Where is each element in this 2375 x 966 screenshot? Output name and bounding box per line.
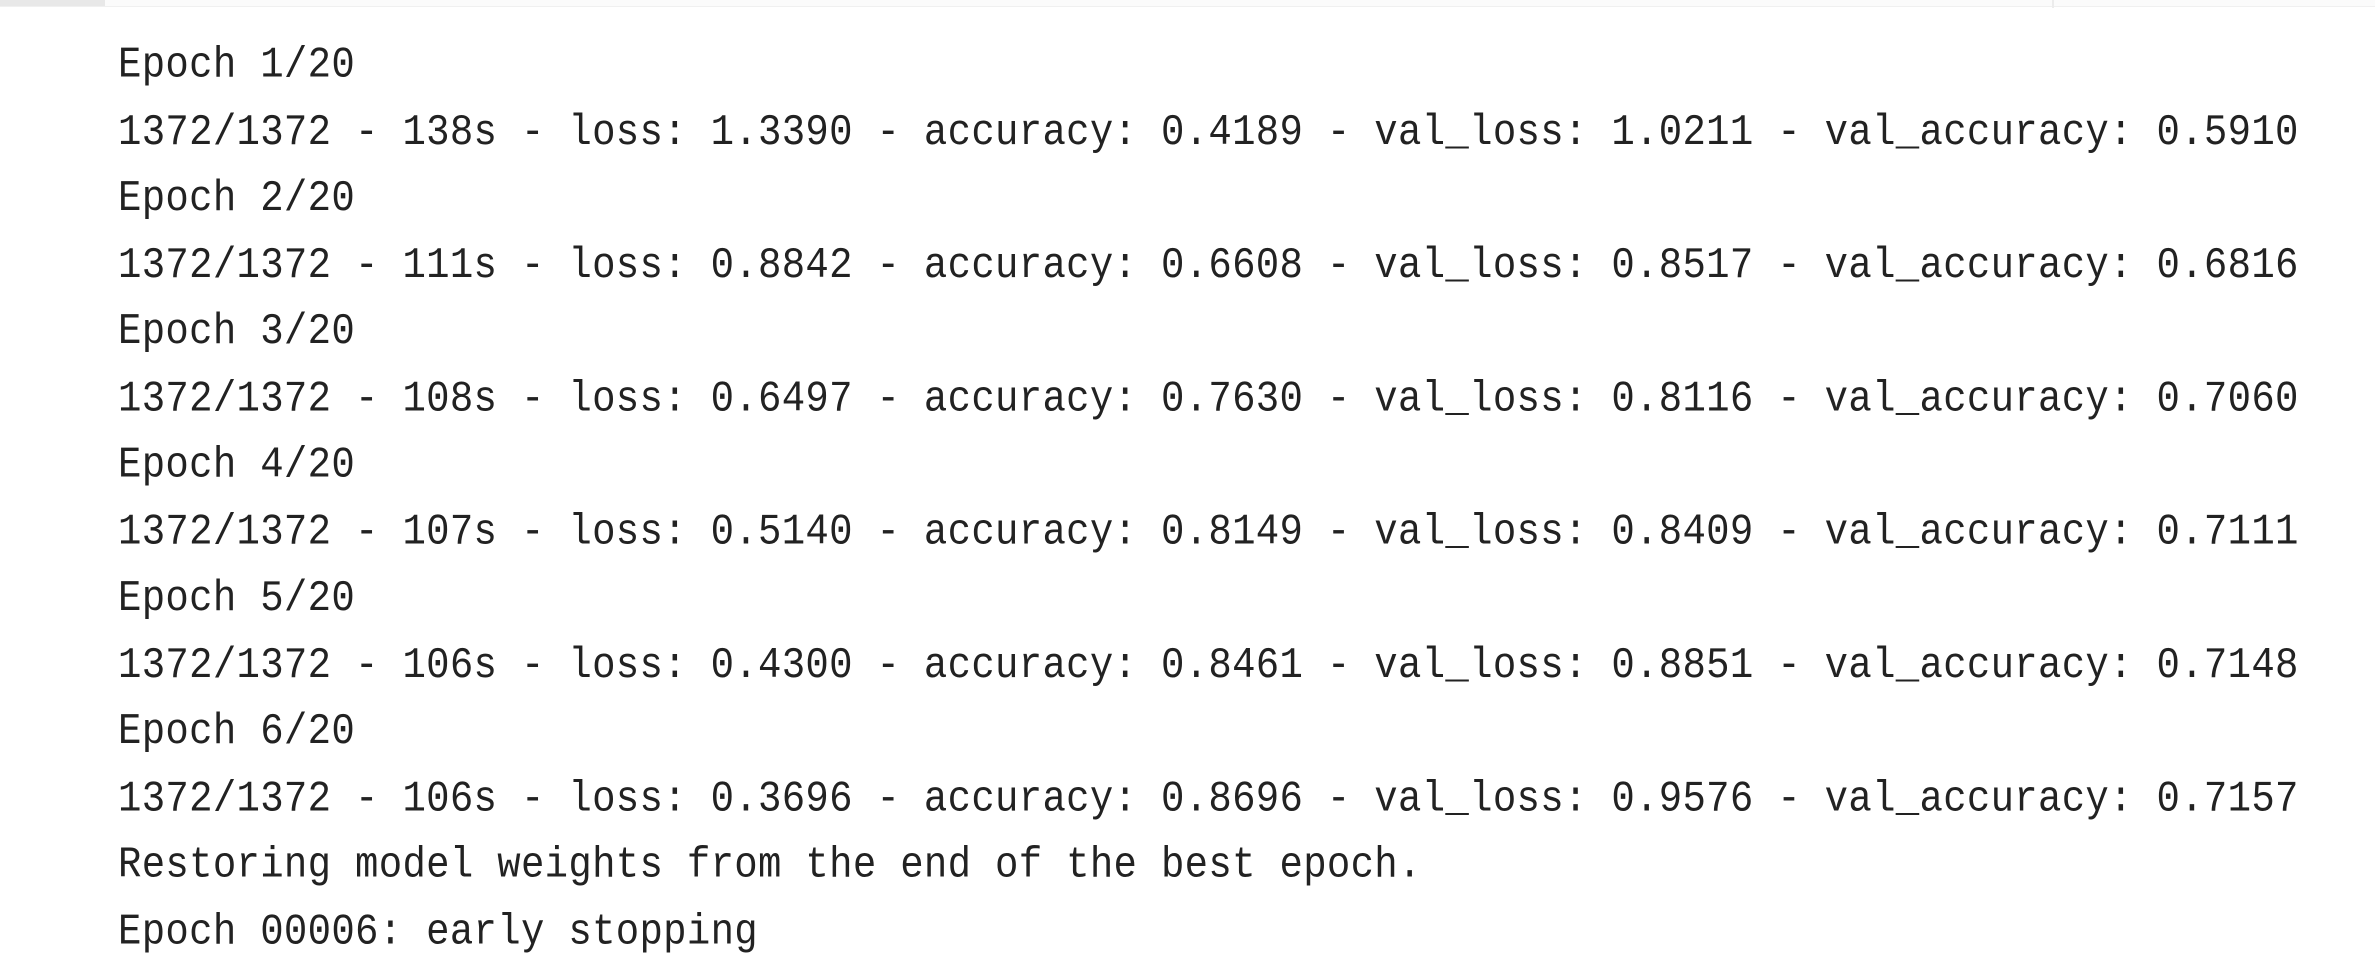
epoch-header-6: Epoch 6/20 (118, 707, 356, 757)
epoch-metrics-1: 1372/1372 - 138s - loss: 1.3390 - accura… (118, 107, 2299, 157)
epoch-metrics-2: 1372/1372 - 111s - loss: 0.8842 - accura… (118, 240, 2299, 291)
restore-weights-message: Restoring model weights from the end of … (118, 840, 1422, 890)
epoch-header-3: Epoch 3/20 (118, 307, 356, 357)
epoch-header-1: Epoch 1/20 (118, 40, 356, 91)
epoch-header-5: Epoch 5/20 (118, 573, 356, 624)
epoch-metrics-6: 1372/1372 - 106s - loss: 0.3696 - accura… (118, 773, 2299, 824)
top-bar-divider (2052, 0, 2054, 8)
epoch-metrics-3: 1372/1372 - 108s - loss: 0.6497 - accura… (118, 374, 2299, 424)
epoch-header-2: Epoch 2/20 (118, 174, 356, 224)
epoch-header-4: Epoch 4/20 (118, 440, 356, 490)
epoch-metrics-5: 1372/1372 - 106s - loss: 0.4300 - accura… (118, 640, 2299, 690)
early-stopping-message: Epoch 00006: early stopping (118, 907, 759, 957)
top-bar-tab (0, 0, 105, 6)
training-output: Epoch 1/20 1372/1372 - 138s - loss: 1.33… (118, 33, 2338, 966)
epoch-metrics-4: 1372/1372 - 107s - loss: 0.5140 - accura… (118, 507, 2299, 557)
top-bar (0, 0, 2375, 8)
